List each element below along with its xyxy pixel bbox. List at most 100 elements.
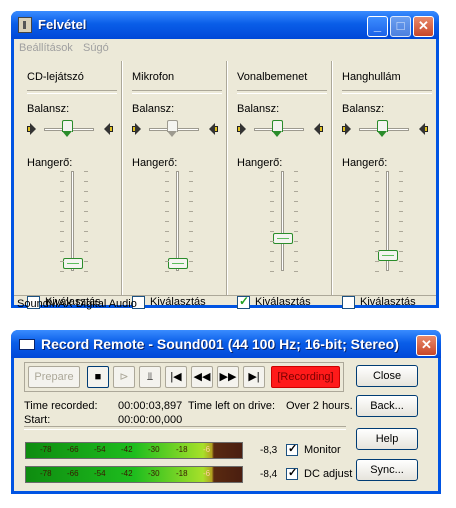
volume-tick — [84, 211, 88, 212]
volume-tick — [399, 201, 403, 202]
go-start-button[interactable]: |◀ — [165, 366, 187, 388]
divider — [237, 90, 327, 94]
cue-icon: ⊳ — [119, 371, 129, 383]
volume-tick — [165, 241, 169, 242]
volume-tick — [165, 171, 169, 172]
volume-tick — [60, 241, 64, 242]
volume-tick — [375, 171, 379, 172]
divider — [24, 426, 346, 430]
window-icon — [19, 339, 35, 350]
balance-slider-thumb[interactable] — [272, 120, 283, 137]
meter-tick: -6 — [203, 469, 211, 478]
rewind-button[interactable]: ◀◀ — [191, 366, 213, 388]
volume-tick — [84, 271, 88, 272]
speaker-right-icon — [103, 123, 113, 135]
volume-slider-thumb[interactable] — [168, 258, 188, 269]
volume-slider-thumb[interactable] — [63, 258, 83, 269]
divider — [132, 90, 222, 94]
meter-tick: -66 — [67, 445, 79, 454]
volume-tick — [399, 171, 403, 172]
volume-tick — [165, 231, 169, 232]
volume-tick — [270, 271, 274, 272]
volume-tick — [189, 261, 193, 262]
volume-tick — [399, 231, 403, 232]
marker-button[interactable]: ⫫ — [139, 366, 161, 388]
cue-button[interactable]: ⊳ — [113, 366, 135, 388]
volume-slider-thumb[interactable] — [378, 250, 398, 261]
record-remote-window: Record Remote - Sound001 (44 100 Hz; 16-… — [11, 330, 441, 494]
minimize-button[interactable]: _ — [367, 16, 388, 37]
start-value: 00:00:00,000 — [118, 414, 183, 426]
volume-track[interactable] — [71, 171, 74, 271]
volume-tick — [294, 271, 298, 272]
volume-tick — [165, 251, 169, 252]
close-button[interactable]: ✕ — [416, 335, 437, 356]
back-button[interactable]: Back... — [356, 395, 418, 417]
balance-slider-thumb[interactable] — [377, 120, 388, 137]
menu-help[interactable]: Súgó — [83, 42, 109, 54]
speaker-left-icon — [27, 123, 37, 135]
channel-name: Vonalbemenet — [237, 71, 308, 83]
volume-tick — [399, 271, 403, 272]
volume-track[interactable] — [281, 171, 284, 271]
volume-tick — [84, 261, 88, 262]
volume-tick — [189, 201, 193, 202]
balance-label: Balansz: — [342, 103, 385, 115]
stop-button[interactable]: ■ — [87, 366, 109, 388]
close-dialog-button[interactable]: Close — [356, 365, 418, 387]
prepare-button[interactable]: Prepare — [28, 366, 80, 388]
go-end-button[interactable]: ▶| — [243, 366, 265, 388]
fast-forward-button[interactable]: ▶▶ — [217, 366, 239, 388]
volume-track[interactable] — [176, 171, 179, 271]
volume-tick — [294, 181, 298, 182]
volume-tick — [60, 261, 64, 262]
volume-tick — [294, 251, 298, 252]
volume-label: Hangerő: — [132, 157, 178, 169]
channel-panel-line-in: Vonalbemenet Balansz: Hangerő: Kiválaszt… — [227, 61, 332, 309]
channel-name: Mikrofon — [132, 71, 175, 83]
volume-tick — [189, 251, 193, 252]
speaker-left-icon — [132, 123, 142, 135]
meter-tick: -42 — [121, 445, 133, 454]
go-start-icon: |◀ — [170, 371, 182, 383]
window-title: Record Remote - Sound001 (44 100 Hz; 16-… — [41, 336, 399, 352]
title-bar[interactable]: Record Remote - Sound001 (44 100 Hz; 16-… — [11, 330, 441, 358]
meter-tick: -6 — [203, 445, 211, 454]
marker-icon: ⫫ — [146, 371, 154, 383]
channel-panel-wave: Hanghullám Balansz: Hangerő: Kiválasztás — [332, 61, 437, 309]
volume-tick — [60, 221, 64, 222]
recording-button[interactable]: [Recording] — [271, 366, 340, 388]
volume-tick — [294, 261, 298, 262]
monitor-label: Monitor — [304, 444, 341, 456]
volume-tick — [84, 221, 88, 222]
level-meter-left: -78 -66 -54 -42 -30 -18 -6 — [25, 442, 243, 459]
volume-tick — [294, 211, 298, 212]
title-bar[interactable]: Felvétel _ □ ✕ — [11, 11, 439, 39]
help-button[interactable]: Help — [356, 428, 418, 450]
volume-tick — [60, 211, 64, 212]
volume-tick — [60, 191, 64, 192]
volume-tick — [165, 211, 169, 212]
close-button[interactable]: ✕ — [413, 16, 434, 37]
mixer-app-icon — [18, 17, 32, 33]
meter-tick: -30 — [148, 469, 160, 478]
balance-label: Balansz: — [237, 103, 280, 115]
volume-tick — [270, 201, 274, 202]
sync-button[interactable]: Sync... — [356, 459, 418, 481]
window-title: Felvétel — [38, 17, 87, 32]
balance-slider-thumb[interactable] — [167, 120, 178, 137]
volume-label: Hangerő: — [237, 157, 283, 169]
volume-tick — [189, 271, 193, 272]
volume-tick — [375, 191, 379, 192]
dc-adjust-checkbox[interactable] — [286, 466, 298, 480]
volume-tick — [375, 241, 379, 242]
divider — [27, 90, 117, 94]
meter-tick: -66 — [67, 469, 79, 478]
volume-tick — [270, 241, 274, 242]
balance-slider-thumb[interactable] — [62, 120, 73, 137]
volume-tick — [375, 201, 379, 202]
volume-tick — [189, 231, 193, 232]
menu-settings[interactable]: Beállítások — [19, 42, 73, 54]
monitor-checkbox[interactable] — [286, 442, 298, 456]
volume-slider-thumb[interactable] — [273, 233, 293, 244]
